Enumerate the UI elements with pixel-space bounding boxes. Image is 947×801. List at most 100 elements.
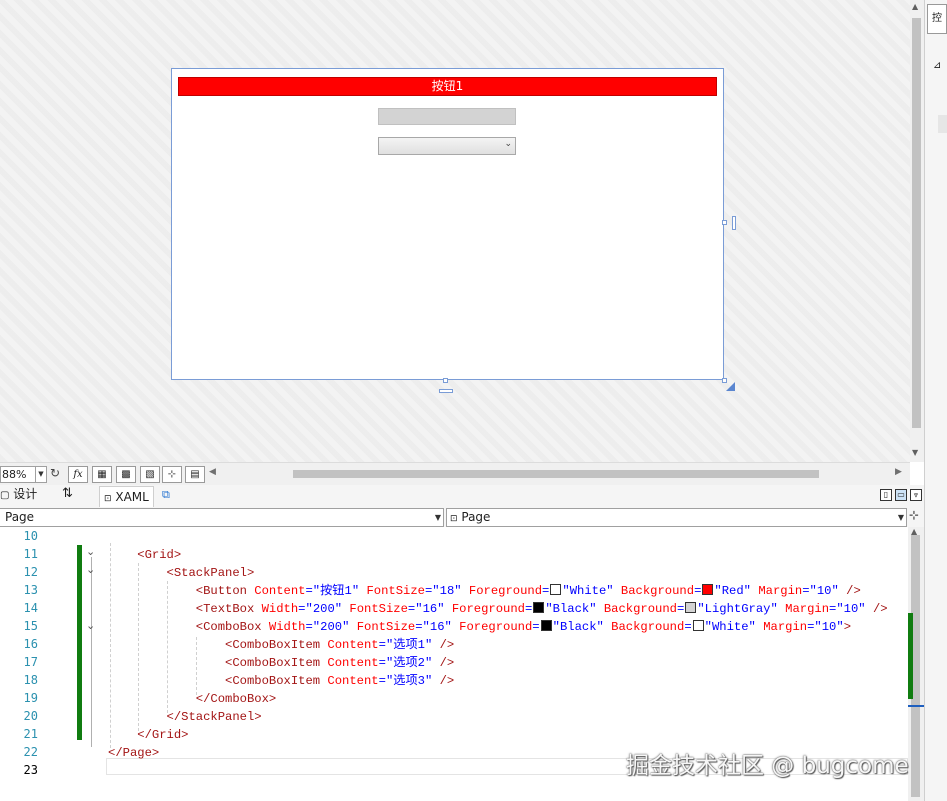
code-line[interactable]: <Button Content="按钮1" FontSize="18" Fore…: [108, 582, 861, 600]
code-token: ": [748, 620, 756, 634]
code-line[interactable]: <ComboBoxItem Content="选项1" />: [108, 636, 454, 654]
code-token: White: [569, 584, 607, 598]
chevron-down-icon[interactable]: ▼: [435, 509, 441, 526]
swap-panes-icon[interactable]: ⇅: [62, 485, 73, 503]
code-token: 10: [821, 620, 837, 634]
fold-collapse-icon[interactable]: ⌄: [86, 619, 95, 632]
editor-vertical-scrollbar[interactable]: ▲: [908, 527, 924, 801]
code-token: ": [454, 584, 462, 598]
annotations-icon[interactable]: ▤: [185, 466, 205, 483]
code-line[interactable]: </Grid>: [108, 726, 188, 744]
resize-handle-bottom[interactable]: [443, 378, 448, 383]
popout-icon[interactable]: ⧉: [162, 488, 170, 502]
zoom-select[interactable]: 88% ▼: [0, 466, 47, 483]
code-token: =": [378, 674, 394, 688]
code-token: Black: [559, 620, 597, 634]
preview-textbox[interactable]: [378, 108, 516, 125]
tab-xaml-label: XAML: [115, 490, 149, 504]
code-token: Margin: [755, 620, 808, 634]
preview-button[interactable]: 按钮1: [178, 77, 717, 96]
xaml-icon: ⊡: [104, 494, 112, 504]
code-token: =": [305, 620, 321, 634]
zoom-value: 88%: [2, 468, 27, 481]
page-artboard[interactable]: 按钮1 ⌄: [171, 68, 724, 380]
code-token: </Grid>: [137, 728, 189, 742]
fold-collapse-icon[interactable]: ⌄: [86, 545, 95, 558]
code-token: 选项3: [393, 674, 425, 688]
resize-handle-bottom-grip[interactable]: [439, 389, 453, 393]
code-line[interactable]: </Page>: [108, 744, 159, 762]
code-token: FontSize: [359, 584, 425, 598]
color-swatch-icon: [540, 620, 552, 631]
split-editor-icon[interactable]: ⊹: [909, 508, 919, 522]
nav-left-selection: Page: [5, 510, 35, 524]
code-token: LightGray: [704, 602, 771, 616]
code-token: Red: [721, 584, 744, 598]
code-token: 16: [422, 602, 438, 616]
scroll-down-icon[interactable]: ▼: [912, 448, 918, 457]
resize-handle-corner[interactable]: [722, 378, 727, 383]
code-line[interactable]: </StackPanel>: [108, 708, 262, 726]
code-token: <Grid>: [137, 548, 182, 562]
toolbox-tab[interactable]: 控: [927, 4, 947, 34]
code-token: =": [829, 602, 844, 616]
line-number: 15: [23, 619, 38, 633]
color-swatch-icon: [702, 584, 714, 595]
code-line[interactable]: <ComboBox Width="200" FontSize="16" Fore…: [108, 618, 851, 636]
code-line[interactable]: <StackPanel>: [108, 564, 255, 582]
fold-collapse-icon[interactable]: ⌄: [86, 563, 95, 576]
code-token: ": [836, 620, 844, 634]
snap-grid-icon[interactable]: ▩: [116, 466, 136, 483]
snap-lines-icon[interactable]: ⊹: [162, 466, 182, 483]
code-line[interactable]: <ComboBoxItem Content="选项3" />: [108, 672, 454, 690]
line-number: 23: [23, 763, 38, 777]
pin-icon[interactable]: ⊿: [933, 60, 941, 71]
code-line[interactable]: </ComboBox>: [108, 690, 276, 708]
artboard-icon[interactable]: ▧: [140, 466, 160, 483]
element-scope-dropdown[interactable]: Page ▼: [0, 508, 444, 527]
designer-vertical-scrollbar[interactable]: ▲ ▼: [910, 0, 924, 462]
collapse-pane-icon[interactable]: ⩔: [910, 489, 922, 501]
code-token: White: [711, 620, 749, 634]
code-token: />: [865, 602, 888, 616]
code-token: =: [694, 584, 702, 598]
refresh-icon[interactable]: ↻: [50, 466, 60, 480]
resize-handle-right-grip[interactable]: [732, 216, 736, 230]
member-dropdown[interactable]: ⊡ Page ▼: [446, 508, 907, 527]
chevron-down-icon: ⌄: [504, 139, 512, 149]
code-token: FontSize: [342, 602, 408, 616]
line-number: 20: [23, 709, 38, 723]
scroll-left-icon[interactable]: ◀: [209, 467, 216, 477]
horizontal-scroll-thumb[interactable]: [293, 470, 819, 478]
code-token: ": [589, 602, 597, 616]
scroll-up-icon[interactable]: ▲: [912, 2, 918, 11]
chevron-down-icon[interactable]: ▼: [35, 467, 46, 482]
code-line[interactable]: <Grid>: [108, 546, 181, 564]
xaml-element-icon: ⊡: [450, 514, 458, 524]
chevron-down-icon[interactable]: ▼: [898, 509, 904, 526]
fx-icon[interactable]: fx: [68, 466, 88, 483]
tab-design[interactable]: ▢ 设计: [0, 485, 37, 507]
grid-icon[interactable]: ▦: [92, 466, 112, 483]
line-number: 13: [23, 583, 38, 597]
code-token: =: [684, 620, 692, 634]
designer-surface[interactable]: 按钮1 ⌄: [0, 0, 910, 462]
scroll-thumb[interactable]: [912, 18, 921, 428]
code-line[interactable]: <ComboBoxItem Content="选项2" />: [108, 654, 454, 672]
horizontal-split-icon[interactable]: ▭: [895, 489, 907, 501]
tab-xaml[interactable]: ⊡ XAML: [99, 486, 154, 507]
resize-corner-icon[interactable]: [726, 382, 735, 391]
preview-combobox[interactable]: ⌄: [378, 137, 516, 155]
vertical-split-icon[interactable]: ▯: [880, 489, 892, 501]
watermark: 掘金技术社区 @ bugcome: [626, 753, 909, 779]
resize-handle-right[interactable]: [722, 220, 727, 225]
code-token: =": [378, 638, 394, 652]
code-token: ": [743, 584, 751, 598]
code-line[interactable]: <TextBox Width="200" FontSize="16" Foreg…: [108, 600, 888, 618]
code-token: Background: [613, 584, 695, 598]
right-tool-strip: 控 ⊿: [924, 0, 947, 801]
scroll-right-icon[interactable]: ▶: [895, 467, 902, 477]
